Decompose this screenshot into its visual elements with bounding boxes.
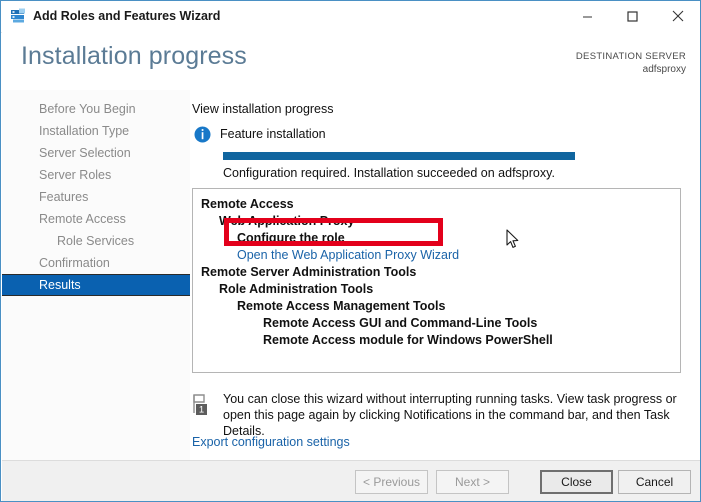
page-title: Installation progress (21, 42, 247, 70)
destination-server-label: DESTINATION SERVER (575, 51, 686, 62)
sidebar-item-features[interactable]: Features (2, 186, 190, 208)
minimize-button[interactable] (565, 1, 610, 31)
next-button[interactable]: Next > (436, 470, 509, 494)
notification-flag-icon: 1 (192, 393, 214, 417)
sidebar-item-label: Confirmation (39, 256, 110, 270)
results-row: Configure the role (237, 231, 345, 245)
server-roles-icon (10, 8, 27, 24)
installation-status-text: Configuration required. Installation suc… (223, 166, 555, 180)
results-row: Remote Access (201, 197, 294, 211)
export-configuration-settings-link[interactable]: Export configuration settings (192, 435, 350, 449)
title-bar: Add Roles and Features Wizard (1, 1, 700, 33)
sidebar-item-role-services[interactable]: Role Services (2, 230, 190, 252)
sidebar-item-label: Results (39, 278, 81, 292)
previous-button[interactable]: < Previous (355, 470, 428, 494)
info-circle-icon (194, 126, 211, 143)
page-header: Installation progress DESTINATION SERVER… (2, 32, 700, 90)
results-row: Remote Access GUI and Command-Line Tools (263, 316, 538, 330)
sidebar-item-confirmation[interactable]: Confirmation (2, 252, 190, 274)
results-row: Role Administration Tools (219, 282, 374, 296)
dialog-button-bar: < Previous Next > Close Cancel (2, 460, 700, 501)
open-web-application-proxy-wizard-link[interactable]: Open the Web Application Proxy Wizard (237, 248, 459, 262)
sidebar-item-label: Server Selection (39, 146, 131, 160)
sidebar-item-server-selection[interactable]: Server Selection (2, 142, 190, 164)
sidebar-item-label: Role Services (57, 234, 135, 248)
svg-text:1: 1 (199, 405, 204, 416)
cancel-button[interactable]: Cancel (618, 470, 691, 494)
maximize-button[interactable] (610, 1, 655, 31)
section-heading: View installation progress (192, 102, 334, 116)
sidebar-item-before-you-begin[interactable]: Before You Begin (2, 98, 190, 120)
sidebar-item-installation-type[interactable]: Installation Type (2, 120, 190, 142)
wizard-close-note: You can close this wizard without interr… (223, 392, 677, 438)
sidebar-item-remote-access[interactable]: Remote Access (2, 208, 190, 230)
close-wizard-button[interactable]: Close (540, 470, 613, 494)
sidebar-item-results[interactable]: Results (2, 274, 190, 296)
close-icon (672, 10, 683, 22)
results-row: Remote Access module for Windows PowerSh… (263, 333, 553, 347)
main-content: View installation progress Feature insta… (190, 90, 700, 460)
sidebar-item-label: Installation Type (39, 124, 130, 138)
sidebar-item-server-roles[interactable]: Server Roles (2, 164, 190, 186)
sidebar-item-label: Before You Begin (39, 102, 136, 116)
sidebar-item-label: Features (39, 190, 89, 204)
installation-progress-bar (223, 152, 575, 160)
installation-results-list[interactable]: Remote Access Web Application Proxy Config… (192, 188, 681, 373)
destination-server-name: adfsproxy (642, 64, 686, 75)
window-title: Add Roles and Features Wizard (33, 9, 221, 23)
maximize-icon (627, 10, 638, 22)
wizard-step-nav: Before You Begin Installation Type Server … (2, 90, 191, 460)
results-row: Web Application Proxy (219, 214, 355, 228)
feature-installation-label: Feature installation (220, 127, 326, 141)
close-button[interactable] (655, 1, 700, 31)
installation-progress-fill (223, 152, 575, 160)
sidebar-item-label: Remote Access (39, 212, 126, 226)
results-link-row[interactable]: Open the Web Application Proxy Wizard (193, 247, 459, 264)
add-roles-wizard-window: Add Roles and Features Wizard Installati… (0, 0, 701, 502)
results-row: Remote Server Administration Tools (201, 265, 417, 279)
sidebar-item-label: Server Roles (39, 168, 112, 182)
results-row: Remote Access Management Tools (237, 299, 446, 313)
minimize-icon (583, 16, 592, 17)
